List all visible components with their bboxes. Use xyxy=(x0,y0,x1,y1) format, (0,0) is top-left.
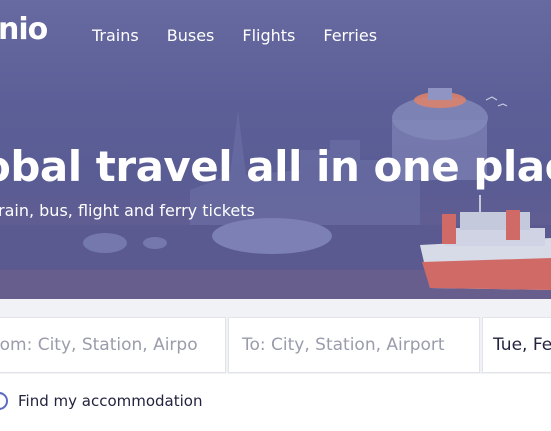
nav-trains[interactable]: Trains xyxy=(92,26,139,45)
nav-ferries[interactable]: Ferries xyxy=(323,26,377,45)
hero-headline: obal travel all in one plac xyxy=(0,142,551,191)
search-bar: rom: City, Station, Airpo To: City, Stat… xyxy=(0,299,551,374)
brand-logo[interactable]: nio xyxy=(0,12,48,47)
date-value: Tue, Fe xyxy=(493,335,551,355)
accommodation-radio[interactable] xyxy=(0,392,8,410)
to-field[interactable]: To: City, Station, Airport xyxy=(228,317,480,373)
nav-buses[interactable]: Buses xyxy=(167,26,215,45)
hero-banner: nio Trains Buses Flights Ferries obal tr… xyxy=(0,0,551,299)
accommodation-label: Find my accommodation xyxy=(18,392,203,410)
hero-subline: rain, bus, flight and ferry tickets xyxy=(0,201,255,220)
to-placeholder: To: City, Station, Airport xyxy=(242,335,445,355)
nav-flights[interactable]: Flights xyxy=(242,26,295,45)
main-nav: Trains Buses Flights Ferries xyxy=(92,26,377,45)
from-field[interactable]: rom: City, Station, Airpo xyxy=(0,317,226,373)
from-placeholder: rom: City, Station, Airpo xyxy=(0,335,198,355)
date-field[interactable]: Tue, Fe xyxy=(482,317,551,373)
accommodation-option[interactable]: Find my accommodation xyxy=(0,392,202,410)
